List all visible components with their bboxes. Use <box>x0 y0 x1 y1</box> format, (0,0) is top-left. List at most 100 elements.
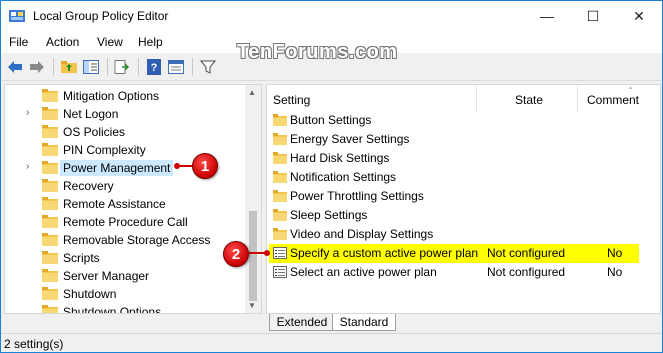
tree-item-label: Shutdown <box>63 287 117 301</box>
maximize-icon: ☐ <box>586 7 600 24</box>
filter-button[interactable] <box>199 58 217 76</box>
tree-item[interactable]: OS Policies <box>5 123 245 141</box>
setting-name: Select an active power plan <box>290 265 437 279</box>
tree-item-label: Mitigation Options <box>63 89 160 103</box>
list-folder-row[interactable]: Button Settings <box>267 111 660 130</box>
group-policy-app-icon <box>9 10 25 22</box>
watermark: TenForums.com <box>237 41 398 63</box>
filter-icon <box>200 60 216 74</box>
window-title: Local Group Policy Editor <box>33 9 169 23</box>
export-list-icon <box>114 60 130 74</box>
list-folder-row[interactable]: Sleep Settings <box>267 206 660 225</box>
up-folder-button[interactable] <box>60 58 78 76</box>
back-button[interactable] <box>6 58 24 76</box>
view-tabs: Extended Standard <box>266 314 661 332</box>
folder-icon <box>42 269 58 282</box>
tree-item-label: Shutdown Options <box>63 305 162 314</box>
folder-icon <box>273 152 287 164</box>
properties-button[interactable] <box>167 58 185 76</box>
status-bar: 2 setting(s) <box>1 333 662 352</box>
column-header-setting[interactable]: Setting <box>273 85 310 112</box>
expand-chevron-icon[interactable]: › <box>26 107 29 118</box>
tree-item-label: OS Policies <box>63 125 126 139</box>
tree-item[interactable]: Mitigation Options <box>5 87 245 105</box>
setting-comment: No <box>607 265 623 279</box>
scroll-down-icon[interactable]: ▼ <box>248 301 256 310</box>
svg-text:?: ? <box>151 62 158 74</box>
list-folder-row[interactable]: Power Throttling Settings <box>267 187 660 206</box>
folder-icon <box>42 197 58 210</box>
setting-name: Energy Saver Settings <box>290 132 410 146</box>
setting-name: Video and Display Settings <box>290 227 434 241</box>
tree-item[interactable]: Scripts <box>5 249 245 267</box>
tree-item[interactable]: Shutdown Options <box>5 303 245 314</box>
folder-icon <box>273 209 287 221</box>
maximize-button[interactable]: ☐ <box>570 1 616 31</box>
tree-item-label: PIN Complexity <box>63 143 146 157</box>
menu-file[interactable]: File <box>9 35 28 49</box>
scrollbar-thumb[interactable] <box>249 211 257 301</box>
tree-item[interactable]: Server Manager <box>5 267 245 285</box>
folder-icon <box>273 190 287 202</box>
list-setting-row[interactable]: Select an active power plan Not configure… <box>267 263 660 282</box>
tab-extended[interactable]: Extended <box>269 314 335 331</box>
status-text: 2 setting(s) <box>4 337 64 351</box>
tree-item[interactable]: Shutdown <box>5 285 245 303</box>
show-hide-tree-icon <box>83 60 99 74</box>
setting-name: Button Settings <box>290 113 372 127</box>
tree-item[interactable]: Removable Storage Access <box>5 231 245 249</box>
expand-chevron-icon[interactable]: › <box>26 161 29 172</box>
callout-1-line <box>177 165 193 167</box>
list-folder-row[interactable]: Notification Settings <box>267 168 660 187</box>
setting-name: Power Throttling Settings <box>290 189 424 203</box>
minimize-icon: — <box>540 8 554 24</box>
folder-icon <box>42 107 58 120</box>
tree-item-label: Remote Assistance <box>63 197 166 211</box>
minimize-button[interactable]: — <box>524 1 570 31</box>
list-folder-row[interactable]: Energy Saver Settings <box>267 130 660 149</box>
folder-icon <box>273 171 287 183</box>
folder-icon <box>42 287 58 300</box>
folder-icon <box>273 228 287 240</box>
app-window: Local Group Policy Editor — ☐ ✕ TenForum… <box>0 0 663 353</box>
tab-standard[interactable]: Standard <box>332 314 396 331</box>
tree-vertical-scrollbar[interactable]: ▲ ▼ <box>245 85 261 313</box>
help-button[interactable]: ? <box>145 58 163 76</box>
folder-icon <box>42 89 58 102</box>
tree-item[interactable]: Remote Assistance <box>5 195 245 213</box>
setting-name: Hard Disk Settings <box>290 151 390 165</box>
folder-icon <box>42 125 58 138</box>
folder-icon <box>42 179 58 192</box>
forward-button[interactable] <box>28 58 46 76</box>
list-folder-row[interactable]: Hard Disk Settings <box>267 149 660 168</box>
scroll-up-icon[interactable]: ▲ <box>248 88 256 97</box>
tree-item[interactable]: Recovery <box>5 177 245 195</box>
sort-caret-icon: ⌃ <box>627 86 634 95</box>
forward-arrow-icon <box>30 61 44 73</box>
tree-item[interactable]: Remote Procedure Call <box>5 213 245 231</box>
policy-setting-icon <box>273 247 287 259</box>
list-folder-row[interactable]: Video and Display Settings <box>267 225 660 244</box>
menu-help[interactable]: Help <box>138 35 163 49</box>
policy-setting-icon <box>273 266 287 278</box>
folder-icon <box>42 161 58 174</box>
back-arrow-icon <box>8 61 22 73</box>
export-list-button[interactable] <box>113 58 131 76</box>
tree-item[interactable]: › Net Logon <box>5 105 245 123</box>
tree-item-label: Removable Storage Access <box>63 233 211 247</box>
close-button[interactable]: ✕ <box>616 1 662 31</box>
menu-view[interactable]: View <box>97 35 123 49</box>
setting-state: Not configured <box>487 246 566 260</box>
folder-icon <box>42 143 58 156</box>
list-setting-row[interactable]: Specify a custom active power plan Not co… <box>269 244 639 263</box>
setting-comment: No <box>607 246 623 260</box>
column-header-state[interactable]: State <box>515 85 543 112</box>
show-hide-tree-button[interactable] <box>82 58 100 76</box>
tree-item-label: Net Logon <box>63 107 119 121</box>
folder-icon <box>42 251 58 264</box>
tree-item-label: Scripts <box>63 251 100 265</box>
tree-item-label: Server Manager <box>63 269 150 283</box>
menu-action[interactable]: Action <box>46 35 79 49</box>
up-folder-icon <box>61 61 77 73</box>
help-icon: ? <box>147 59 161 75</box>
